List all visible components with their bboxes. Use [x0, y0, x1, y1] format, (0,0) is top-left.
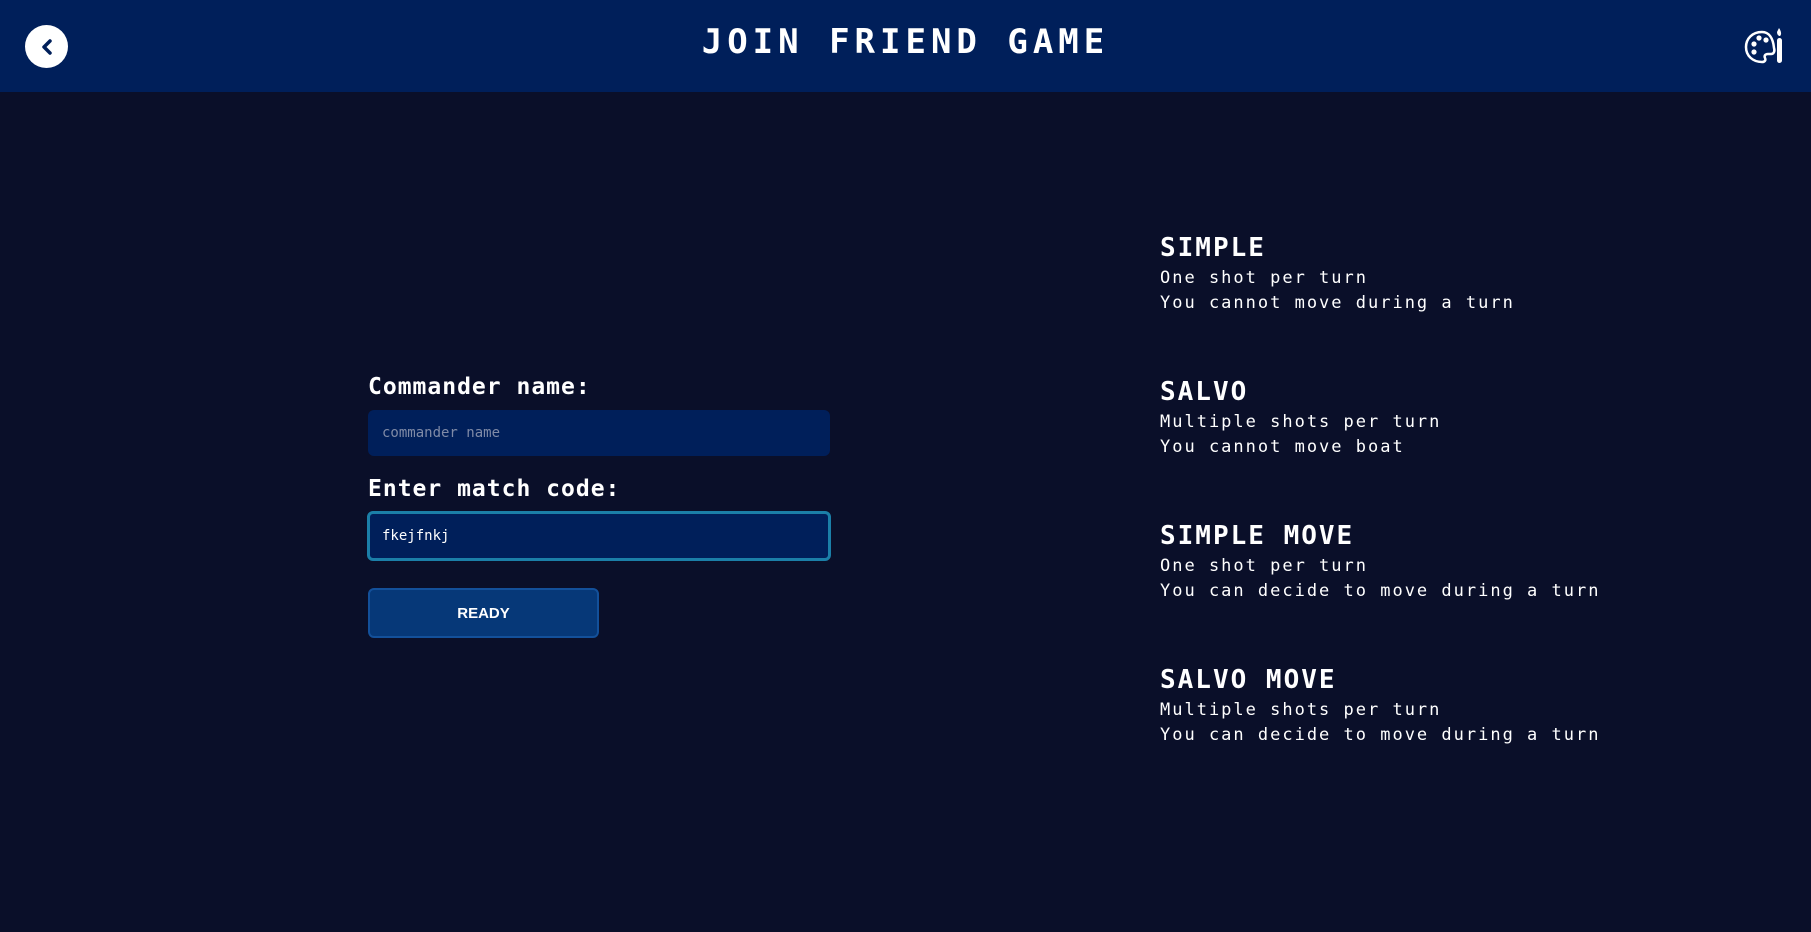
game-modes-list: SIMPLE One shot per turn You cannot move…: [1160, 230, 1680, 806]
commander-name-label: Commander name:: [368, 374, 591, 400]
ready-button[interactable]: READY: [368, 588, 599, 638]
match-code-label: Enter match code:: [368, 476, 621, 502]
palette-brush-icon: [1744, 28, 1782, 64]
mode-description: One shot per turn: [1160, 556, 1368, 576]
mode-description: Multiple shots per turn: [1160, 412, 1442, 432]
mode-description: You can decide to move during a turn: [1160, 725, 1601, 745]
mode-simple: SIMPLE One shot per turn You cannot move…: [1160, 230, 1680, 374]
theme-button[interactable]: [1742, 24, 1786, 68]
mode-title: SIMPLE: [1160, 233, 1266, 263]
mode-description: One shot per turn: [1160, 268, 1368, 288]
commander-name-input[interactable]: [368, 410, 830, 456]
mode-title: SALVO MOVE: [1160, 665, 1337, 695]
mode-title: SALVO: [1160, 377, 1249, 407]
mode-title: SIMPLE MOVE: [1160, 521, 1355, 551]
mode-description: Multiple shots per turn: [1160, 700, 1442, 720]
mode-description: You cannot move boat: [1160, 437, 1405, 457]
page-title: JOIN FRIEND GAME: [701, 22, 1110, 62]
match-code-input[interactable]: [367, 511, 831, 561]
top-bar: JOIN FRIEND GAME: [0, 0, 1811, 92]
join-form: Commander name: Enter match code: READY: [367, 372, 832, 638]
mode-salvo: SALVO Multiple shots per turn You cannot…: [1160, 374, 1680, 518]
mode-simple-move: SIMPLE MOVE One shot per turn You can de…: [1160, 518, 1680, 662]
mode-description: You can decide to move during a turn: [1160, 581, 1601, 601]
mode-salvo-move: SALVO MOVE Multiple shots per turn You c…: [1160, 662, 1680, 806]
mode-description: You cannot move during a turn: [1160, 293, 1515, 313]
